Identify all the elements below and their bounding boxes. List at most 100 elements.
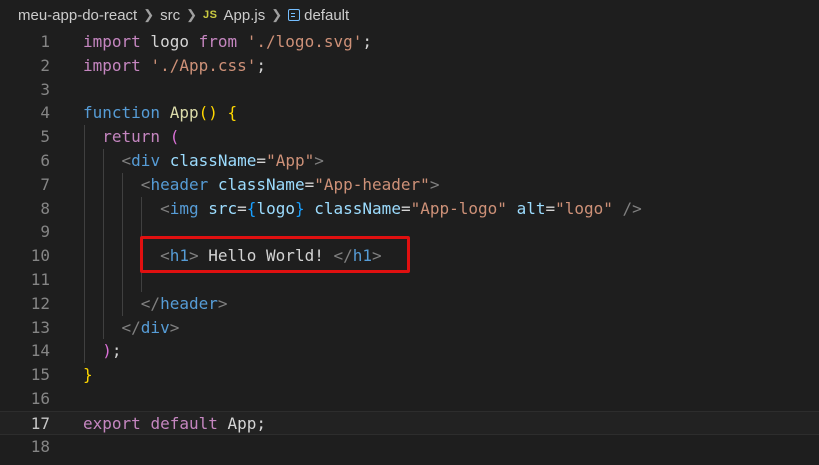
code-token: App; (217, 413, 267, 433)
code-token: </ (121, 317, 141, 337)
code-token: > (429, 174, 440, 194)
line-number: 16 (30, 388, 50, 408)
breadcrumb-file[interactable]: App.js (224, 7, 266, 24)
line-number: 13 (30, 317, 50, 337)
breadcrumb: meu-app-do-react ❯ src ❯ JS App.js ❯ def… (0, 0, 819, 30)
code-line[interactable]: 15} (0, 363, 819, 387)
code-token: './logo.svg' (246, 32, 363, 51)
code-token: function (83, 103, 161, 123)
indent-guide (84, 267, 85, 292)
code-token: src (208, 198, 238, 218)
code-line[interactable]: 3 (0, 78, 819, 102)
line-number: 11 (30, 269, 50, 289)
line-number: 7 (40, 174, 50, 194)
code-token: < (160, 198, 170, 218)
code-token: img (169, 198, 199, 218)
code-line[interactable]: 6 <div className="App"> (0, 148, 819, 173)
code-token: { (227, 103, 238, 123)
code-token: default (150, 413, 218, 433)
line-number: 6 (40, 150, 50, 170)
code-token: App (169, 103, 199, 123)
code-text: return ( (83, 125, 179, 149)
code-token: return (102, 127, 161, 147)
code-line[interactable]: 2 import './App.css'; (0, 54, 819, 78)
code-token: = (304, 174, 315, 194)
code-line[interactable]: 16 (0, 387, 819, 411)
code-token: /> (622, 198, 642, 218)
highlight-annotation (140, 236, 410, 273)
code-token: ( (169, 127, 180, 147)
code-text: </div> (83, 316, 180, 340)
code-token: ; (362, 32, 372, 51)
code-line[interactable]: 7 <header className="App-header"> (0, 172, 819, 197)
line-number: 17 (30, 413, 50, 433)
code-text: function App() { (83, 101, 237, 125)
code-text: export default App; (83, 412, 266, 436)
code-token: > (217, 293, 228, 313)
line-number: 12 (30, 293, 50, 313)
indent-guide (122, 267, 123, 292)
code-token: header (150, 174, 209, 194)
indent-guide (84, 220, 85, 245)
line-number: 14 (30, 341, 50, 361)
breadcrumb-project[interactable]: meu-app-do-react (18, 7, 137, 24)
code-token: export (83, 413, 141, 433)
code-line[interactable]: 12 </header> (0, 291, 819, 316)
indent-guide (103, 220, 104, 245)
code-text: import './App.css'; (83, 54, 266, 78)
breadcrumb-symbol[interactable]: default (304, 7, 349, 24)
line-number: 10 (30, 246, 50, 266)
code-token: "App" (266, 150, 315, 170)
chevron-right-icon: ❯ (271, 7, 283, 22)
code-token: div (131, 150, 161, 170)
code-token: header (160, 293, 218, 313)
code-line[interactable]: 4 function App() { (0, 101, 819, 125)
code-token: } (83, 365, 93, 385)
line-number: 5 (40, 127, 50, 147)
indent-guide (122, 220, 123, 245)
code-token: ; (111, 341, 122, 361)
line-number: 15 (30, 365, 50, 385)
code-text: } (83, 363, 93, 387)
code-line[interactable]: 1 import logo from './logo.svg'; (0, 30, 819, 54)
line-number: 3 (40, 79, 50, 99)
code-token: className (314, 198, 401, 218)
line-number: 8 (40, 198, 50, 218)
indent-guide (103, 267, 104, 292)
code-line[interactable]: 13 </div> (0, 315, 819, 340)
line-number: 18 (30, 436, 50, 456)
code-token: < (140, 174, 151, 194)
breadcrumb-folder[interactable]: src (160, 7, 180, 24)
code-token: = (400, 198, 411, 218)
code-text: import logo from './logo.svg'; (83, 30, 372, 54)
code-token: './App.css' (150, 55, 257, 75)
code-token: import (83, 32, 141, 51)
code-token: > (314, 150, 324, 170)
code-line[interactable]: 8 <img src={logo} className="App-logo" a… (0, 196, 819, 221)
code-token: > (169, 317, 180, 337)
code-token: alt (516, 198, 546, 218)
code-text: </header> (83, 292, 228, 316)
code-line[interactable]: 17 export default App; (0, 410, 819, 436)
code-line[interactable]: 14 ); (0, 339, 819, 364)
code-token: } (294, 198, 305, 218)
code-line[interactable]: 18 (0, 435, 819, 459)
code-token: = (256, 150, 267, 170)
code-line[interactable]: 5 return ( (0, 125, 819, 149)
code-token: < (121, 150, 132, 170)
